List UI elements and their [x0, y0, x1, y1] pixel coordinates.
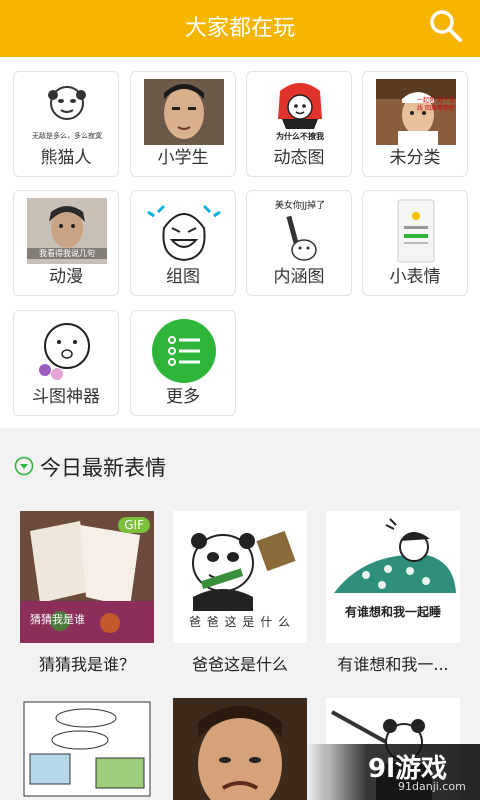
category-pupil[interactable]: 小学生 [130, 71, 236, 177]
category-thumb: 为什么不撩我 [260, 79, 340, 145]
emoji-card[interactable] [20, 698, 154, 800]
category-label: 更多 [166, 387, 200, 407]
category-anime[interactable]: 我看得我说几句 动漫 [13, 190, 119, 296]
top-bar: 大家都在玩 [0, 0, 480, 57]
section-header: 今日最新表情 [0, 446, 480, 486]
category-sets[interactable]: 组图 [130, 190, 236, 296]
watermark-url: 91danji.com [398, 780, 466, 793]
category-thumb: 美女你JJ掉了 [260, 198, 340, 264]
category-innuendo[interactable]: 美女你JJ掉了 内涵图 [246, 190, 352, 296]
image-caption: 猜猜我是谁 [30, 613, 85, 626]
thumb-caption: 美女你JJ掉了 [274, 201, 326, 211]
category-thumb: 一起死 泡个毛线 回家等死吧 [376, 79, 456, 145]
card-image: GIF 猜猜我是谁 [20, 511, 154, 643]
category-label: 斗图神器 [32, 387, 100, 407]
page-title: 大家都在玩 [184, 16, 295, 41]
category-label: 动态图 [273, 148, 325, 168]
section-title: 今日最新表情 [40, 456, 166, 480]
search-icon[interactable] [428, 8, 464, 44]
category-thumb: 我看得我说几句 [27, 198, 107, 264]
category-thumb [144, 318, 224, 384]
chevron-down-circle-icon [14, 456, 34, 476]
gif-badge: GIF [118, 517, 150, 533]
thumb-caption: 为什么不撩我 [276, 132, 324, 141]
category-thumb [144, 79, 224, 145]
category-animated[interactable]: 为什么不撩我 动态图 [246, 71, 352, 177]
thumb-caption: 一起死 泡个毛线 回家等死吧 [417, 97, 455, 112]
category-small-emoji[interactable]: 小表情 [362, 190, 468, 296]
category-label: 动漫 [49, 267, 83, 287]
category-label: 熊猫人 [40, 148, 92, 168]
category-meme-tool[interactable]: 斗图神器 [13, 310, 119, 416]
thumb-caption: 无敌是多么，多么寂寞 [32, 132, 102, 140]
category-thumb [144, 198, 224, 264]
card-caption: 猜猜我是谁？ [38, 655, 135, 674]
category-label: 未分类 [389, 148, 441, 168]
category-more[interactable]: 更多 [130, 310, 236, 416]
category-thumb: 无敌是多么，多么寂寞 [27, 79, 107, 145]
category-uncategorized[interactable]: 一起死 泡个毛线 回家等死吧 未分类 [362, 71, 468, 177]
list-icon [152, 319, 216, 383]
card-caption: 有谁想和我一... [337, 655, 449, 674]
card-image [173, 698, 307, 800]
card-image: 爸 爸 这 是 什 么 [173, 511, 307, 643]
category-grid: 无敌是多么，多么寂寞 熊猫人 小学生 为什么不撩我 动态图 一起死 泡个毛线 回… [0, 57, 480, 428]
card-image: 有谁想和我一起睡 [326, 511, 460, 643]
category-label: 内涵图 [273, 267, 325, 287]
card-caption: 爸爸这是什么 [191, 655, 288, 674]
category-label: 小学生 [157, 148, 209, 168]
category-thumb [376, 198, 456, 264]
card-image [20, 698, 154, 800]
category-panda[interactable]: 无敌是多么，多么寂寞 熊猫人 [13, 71, 119, 177]
category-label: 小表情 [389, 267, 441, 287]
emoji-card[interactable] [173, 698, 307, 800]
category-thumb [27, 318, 107, 384]
thumb-caption: 我看得我说几句 [27, 248, 107, 259]
category-label: 组图 [166, 267, 200, 287]
image-caption: 有谁想和我一起睡 [344, 605, 441, 619]
image-caption: 爸 爸 这 是 什 么 [188, 615, 292, 629]
watermark-logo: 9l游戏 91danji.com [306, 744, 480, 800]
